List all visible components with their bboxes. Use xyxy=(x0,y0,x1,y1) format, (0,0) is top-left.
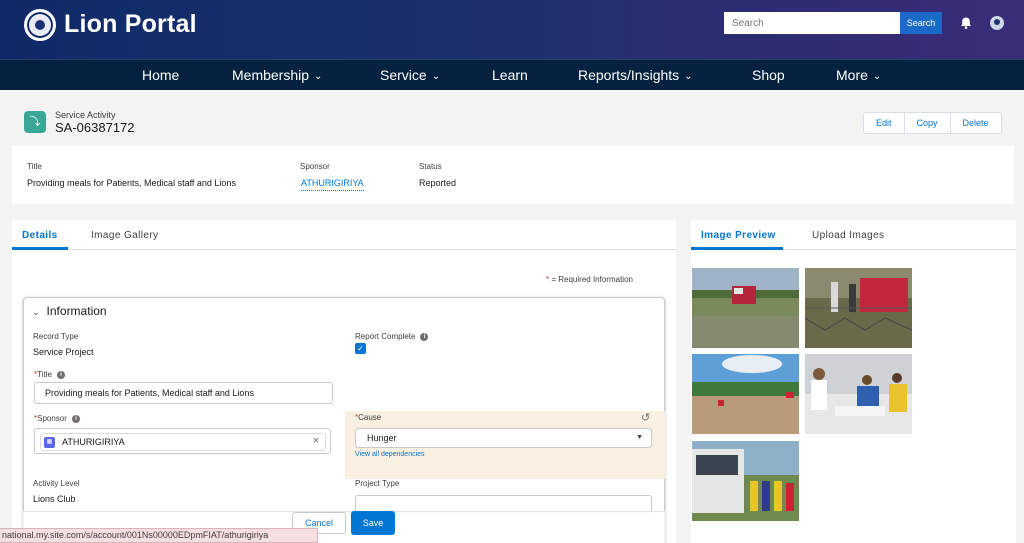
service-activity-icon: ⤵ xyxy=(24,111,46,133)
info-icon[interactable]: i xyxy=(71,414,80,423)
highlight-sponsor-link[interactable]: ATHURIGIRIYA xyxy=(301,178,364,191)
cause-field: *Cause ↺ Hunger ▼ View all dependencies xyxy=(345,411,665,479)
nav-item-service[interactable]: Service ⌄ xyxy=(380,67,440,83)
undo-icon[interactable]: ↺ xyxy=(641,411,650,424)
record-type-value: Service Project xyxy=(33,347,94,357)
report-complete-label: Report Complete i xyxy=(355,332,429,341)
tab-upload-images[interactable]: Upload Images xyxy=(812,230,884,241)
required-note-text: = Required Information xyxy=(551,275,633,284)
user-avatar-icon[interactable] xyxy=(990,16,1004,30)
brand-title[interactable]: Lion Portal xyxy=(64,10,197,39)
record-object-type: Service Activity xyxy=(55,110,116,120)
image-panel: Image Preview Upload Images xyxy=(691,220,1016,543)
view-dependencies-link[interactable]: View all dependencies xyxy=(355,451,425,458)
record-header: ⤵ Service Activity SA-06387172 Edit Copy… xyxy=(12,96,1014,144)
chevron-down-icon: ⌄ xyxy=(32,307,40,317)
project-type-label: Project Type xyxy=(355,479,400,488)
sponsor-label-text: Sponsor xyxy=(37,414,67,423)
highlight-title-label: Title xyxy=(27,162,42,171)
active-tab-indicator xyxy=(12,247,68,250)
info-icon[interactable]: i xyxy=(56,370,65,379)
required-star: * xyxy=(546,275,550,284)
highlight-status-label: Status xyxy=(419,162,442,171)
section-title: Information xyxy=(46,304,107,318)
nav-label: Learn xyxy=(492,67,528,83)
search-input[interactable] xyxy=(724,12,900,34)
report-complete-text: Report Complete xyxy=(355,332,416,341)
status-url-bar: national.my.site.com/s/account/001Ns0000… xyxy=(0,528,318,543)
nav-label: Service xyxy=(380,67,427,83)
chevron-down-icon: ⌄ xyxy=(684,71,693,82)
nav-label: Home xyxy=(142,67,180,83)
chevron-down-icon: ⌄ xyxy=(314,71,323,82)
tab-details[interactable]: Details xyxy=(22,230,58,241)
delete-button[interactable]: Delete xyxy=(951,113,1001,133)
nav-item-more[interactable]: More ⌄ xyxy=(836,67,881,83)
cause-select-value: Hunger xyxy=(367,433,397,443)
nav-item-reports-insights[interactable]: Reports/Insights ⌄ xyxy=(578,67,693,83)
details-panel: Details Image Gallery * = Required Infor… xyxy=(12,220,676,543)
nav-item-membership[interactable]: Membership ⌄ xyxy=(232,67,322,83)
sponsor-link-text[interactable]: ATHURIGIRIYA xyxy=(301,178,364,191)
sponsor-pill[interactable]: ▦ ATHURIGIRIYA × xyxy=(40,433,326,451)
cause-label-text: Cause xyxy=(358,413,382,422)
nav-label: More xyxy=(836,67,868,83)
information-section: ⌄ Information Record Type Service Project… xyxy=(23,297,665,543)
edit-button[interactable]: Edit xyxy=(864,113,905,133)
photo-people-loading-truck[interactable] xyxy=(805,268,912,348)
save-button[interactable]: Save xyxy=(351,511,395,535)
record-name: SA-06387172 xyxy=(55,120,135,135)
highlight-sponsor-label: Sponsor xyxy=(300,162,330,171)
search-button[interactable]: Search xyxy=(900,12,942,34)
highlight-title-value: Providing meals for Patients, Medical st… xyxy=(27,178,236,188)
required-info-note: * = Required Information xyxy=(546,275,633,284)
lions-logo-icon[interactable] xyxy=(24,9,56,41)
sponsor-field-label: *Sponsor i xyxy=(34,414,80,423)
bell-icon[interactable] xyxy=(959,16,973,30)
tab-image-gallery[interactable]: Image Gallery xyxy=(91,230,158,241)
details-tabs: Details Image Gallery xyxy=(12,220,676,250)
highlight-status-value: Reported xyxy=(419,178,457,188)
report-complete-checkbox[interactable]: ✓ xyxy=(355,343,366,354)
info-icon[interactable]: i xyxy=(420,332,429,341)
portal-header: Lion Portal Search xyxy=(0,0,1024,59)
photo-red-vehicle-field[interactable] xyxy=(692,268,799,348)
clear-selection-icon[interactable]: × xyxy=(313,435,319,447)
main-navigation: Home Membership ⌄ Service ⌄ Learn Reports/… xyxy=(0,59,1024,90)
nav-item-shop[interactable]: Shop xyxy=(752,67,785,83)
active-tab-indicator xyxy=(691,247,783,250)
section-header-information[interactable]: ⌄ Information xyxy=(32,304,107,318)
cause-field-label: *Cause xyxy=(355,413,381,422)
nav-label: Reports/Insights xyxy=(578,67,680,83)
activity-level-label: Activity Level xyxy=(33,479,80,488)
nav-label: Shop xyxy=(752,67,785,83)
nav-label: Membership xyxy=(232,67,310,83)
title-field-label: *Title i xyxy=(34,370,65,379)
activity-level-value: Lions Club xyxy=(33,494,76,504)
nav-item-home[interactable]: Home xyxy=(142,67,179,83)
nav-item-learn[interactable]: Learn xyxy=(492,67,528,83)
title-label-text: Title xyxy=(37,370,52,379)
dropdown-arrow-icon: ▼ xyxy=(636,434,643,441)
chevron-down-icon: ⌄ xyxy=(431,71,441,82)
account-icon: ▦ xyxy=(44,437,55,448)
record-highlights: Title Providing meals for Patients, Medi… xyxy=(12,146,1014,204)
tab-image-preview[interactable]: Image Preview xyxy=(701,230,776,241)
chevron-down-icon: ⌄ xyxy=(872,71,882,82)
title-input[interactable]: Providing meals for Patients, Medical st… xyxy=(34,382,333,404)
photo-road-landscape[interactable] xyxy=(692,354,799,434)
image-tabs: Image Preview Upload Images xyxy=(691,220,1016,250)
record-actions: Edit Copy Delete xyxy=(863,112,1002,134)
photo-group-by-bus[interactable] xyxy=(692,441,799,521)
copy-button[interactable]: Copy xyxy=(905,113,951,133)
photo-meal-distribution[interactable] xyxy=(805,354,912,434)
record-type-label: Record Type xyxy=(33,332,79,341)
sponsor-lookup[interactable]: ▦ ATHURIGIRIYA × xyxy=(34,428,331,454)
cause-select[interactable]: Hunger ▼ xyxy=(355,428,652,448)
sponsor-pill-label: ATHURIGIRIYA xyxy=(62,437,125,447)
